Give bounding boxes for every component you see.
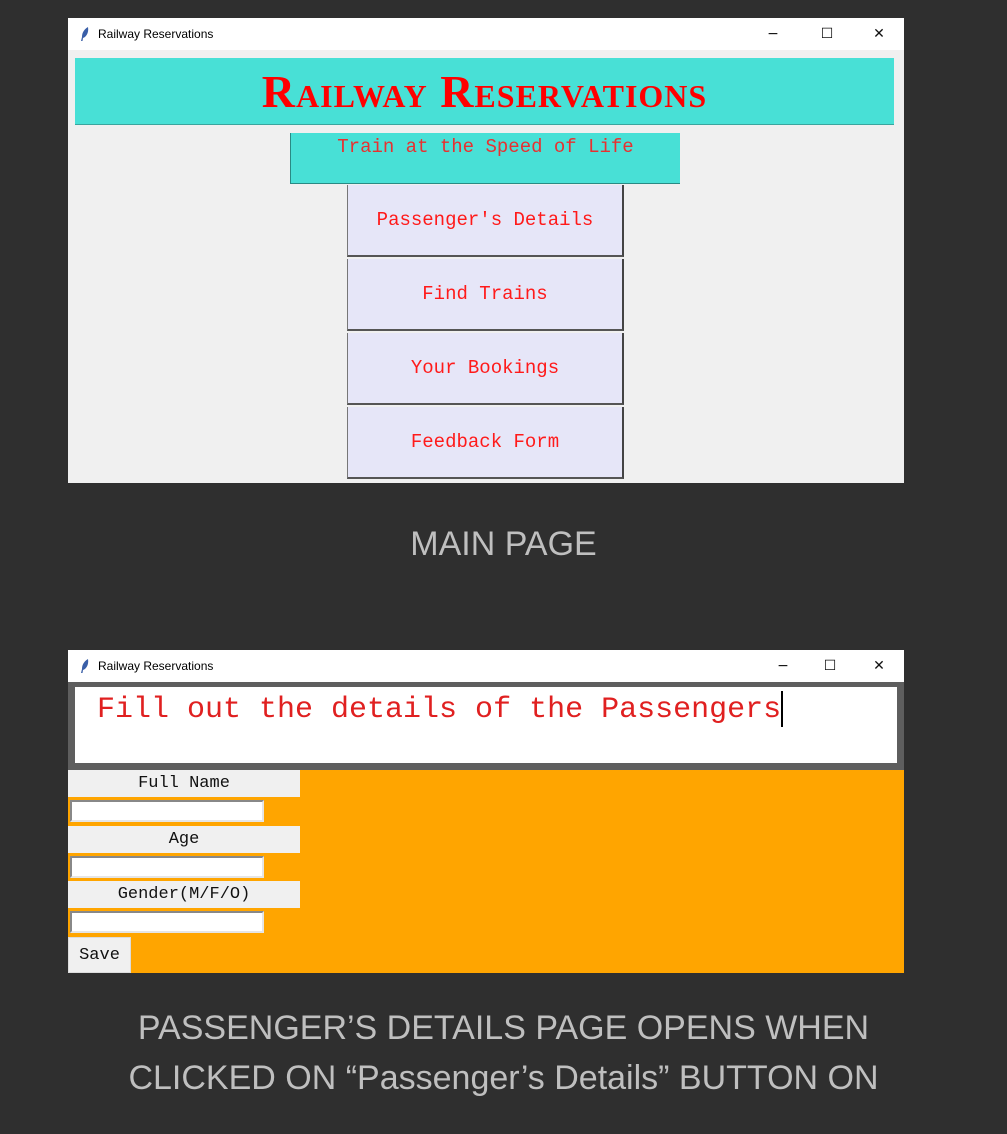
age-input[interactable] (70, 856, 264, 878)
feather-icon (81, 659, 89, 673)
age-label: Age (68, 826, 300, 853)
text-cursor (781, 691, 784, 727)
save-button[interactable]: Save (68, 937, 131, 973)
feedback-form-button[interactable]: Feedback Form (347, 407, 624, 479)
maximize-icon[interactable]: ☐ (804, 18, 850, 50)
details-page-caption: PASSENGER’S DETAILS PAGE OPENS WHEN CLIC… (0, 1003, 1007, 1103)
tagline: Train at the Speed of Life (290, 133, 680, 184)
window-title: Railway Reservations (98, 659, 214, 673)
minimize-icon[interactable]: − (750, 18, 796, 50)
title-bar[interactable]: Railway Reservations − ☐ ✕ (68, 18, 904, 50)
title-bar[interactable]: Railway Reservations − ☐ ✕ (68, 650, 904, 682)
full-name-label: Full Name (68, 770, 300, 797)
passenger-details-window: Railway Reservations − ☐ ✕ Fill out the … (68, 650, 904, 973)
window-title: Railway Reservations (98, 27, 214, 41)
gender-label: Gender(M/F/O) (68, 881, 300, 908)
app-banner-title: Railway Reservations (75, 58, 894, 125)
find-trains-button[interactable]: Find Trains (347, 259, 624, 331)
passengers-details-button[interactable]: Passenger's Details (347, 185, 624, 257)
close-icon[interactable]: ✕ (856, 650, 902, 682)
caption-line-2: CLICKED ON “Passenger’s Details” BUTTON … (128, 1059, 879, 1097)
details-heading-text[interactable]: Fill out the details of the Passengers (75, 687, 897, 763)
your-bookings-button[interactable]: Your Bookings (347, 333, 624, 405)
heading-text: Fill out the details of the Passengers (97, 692, 782, 727)
gender-input[interactable] (70, 911, 264, 933)
maximize-icon[interactable]: ☐ (807, 650, 853, 682)
main-window: Railway Reservations − ☐ ✕ Railway Reser… (68, 18, 904, 483)
feather-icon (81, 27, 89, 41)
heading-frame: Fill out the details of the Passengers (68, 682, 904, 770)
close-icon[interactable]: ✕ (856, 18, 902, 50)
minimize-icon[interactable]: − (760, 650, 806, 682)
full-name-input[interactable] (70, 800, 264, 822)
main-page-caption: MAIN PAGE (410, 525, 597, 563)
caption-line-1: PASSENGER’S DETAILS PAGE OPENS WHEN (137, 1009, 870, 1047)
